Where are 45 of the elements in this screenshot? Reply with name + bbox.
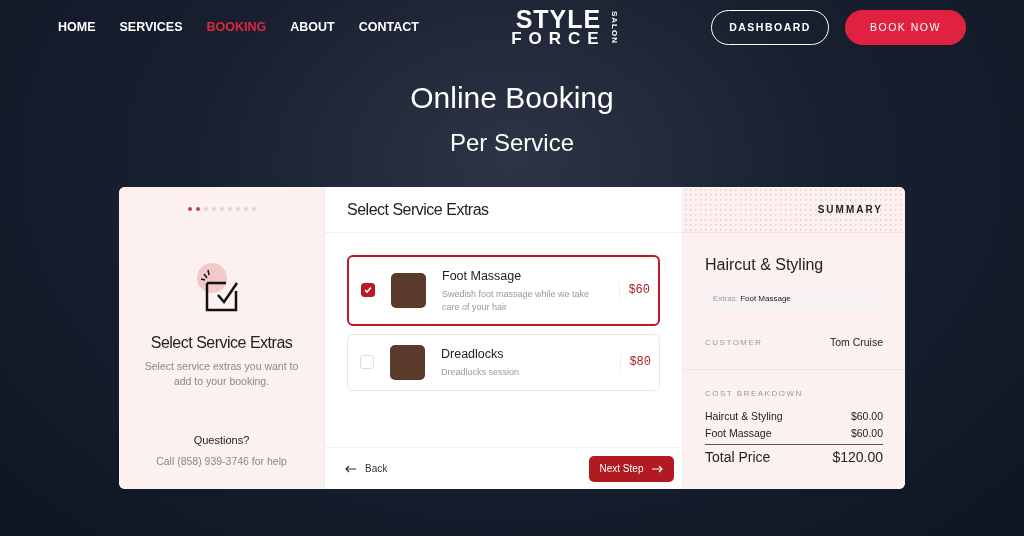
cost-label: Haircut & Styling: [705, 409, 783, 424]
help-title: Questions?: [193, 432, 250, 448]
extra-name: Dreadlocks: [441, 346, 505, 364]
checkbox[interactable]: [361, 283, 375, 298]
photo-placeholder: [390, 344, 425, 380]
side-description: Select service extras you want to add to your booking.: [143, 359, 300, 389]
extras-value: Foot Massage: [740, 294, 791, 303]
step-title: Select Service Extras: [347, 199, 489, 220]
nav-link[interactable]: BOOKING: [206, 18, 267, 37]
cost-amount: $60.00: [850, 409, 883, 424]
total-price: $120.00: [832, 448, 883, 467]
total-label: Total Price: [705, 448, 771, 467]
customer-name: Tom Cruise: [829, 335, 883, 350]
next-step-button[interactable]: Next Step: [589, 455, 674, 482]
extra-description: Dreadlocks session: [441, 366, 521, 380]
extra-price: $80: [620, 353, 659, 372]
nav-link[interactable]: ABOUT: [290, 18, 335, 37]
nav-link[interactable]: HOME: [58, 18, 96, 37]
back-button[interactable]: Back: [339, 460, 394, 477]
extra-name: Foot Massage: [442, 268, 523, 285]
logo-text: STYLE: [515, 7, 602, 30]
nav-link[interactable]: SERVICES: [119, 18, 183, 37]
page-title: Online Booking: [410, 80, 614, 116]
extra-price: $60: [619, 281, 658, 300]
book-now-button[interactable]: BOOK NOW: [845, 10, 966, 45]
cost-label: Foot Massage: [705, 426, 772, 441]
help-text: Call (858) 939-3746 for help: [156, 454, 287, 470]
summary-heading: SUMMARY: [817, 203, 883, 217]
photo-placeholder: [391, 272, 426, 308]
extra-option[interactable]: Foot Massage Swedish foot massage while we take care of your hair $60: [347, 255, 660, 326]
nav-link[interactable]: CONTACT: [358, 18, 419, 37]
arrow-left-icon: [345, 464, 357, 473]
check-icon: [364, 286, 372, 295]
side-title: Select Service Extras: [150, 333, 293, 353]
extra-description: Swedish foot massage while we take care of your hair: [442, 287, 591, 314]
arrow-right-icon: [651, 464, 664, 473]
extra-option[interactable]: Dreadlocks Dreadlocks session $80: [347, 333, 660, 391]
cost-amount: $60.00: [850, 426, 883, 441]
summary-service: Haircut & Styling: [705, 255, 825, 275]
page-subtitle: Per Service: [449, 128, 574, 158]
extras-label: Extras:: [713, 294, 739, 303]
logo-text: SALON: [609, 11, 619, 44]
logo-text: FORCE: [511, 29, 606, 48]
customer-label: CUSTOMER: [705, 336, 763, 349]
breakdown-label: COST BREAKDOWN: [705, 388, 804, 400]
